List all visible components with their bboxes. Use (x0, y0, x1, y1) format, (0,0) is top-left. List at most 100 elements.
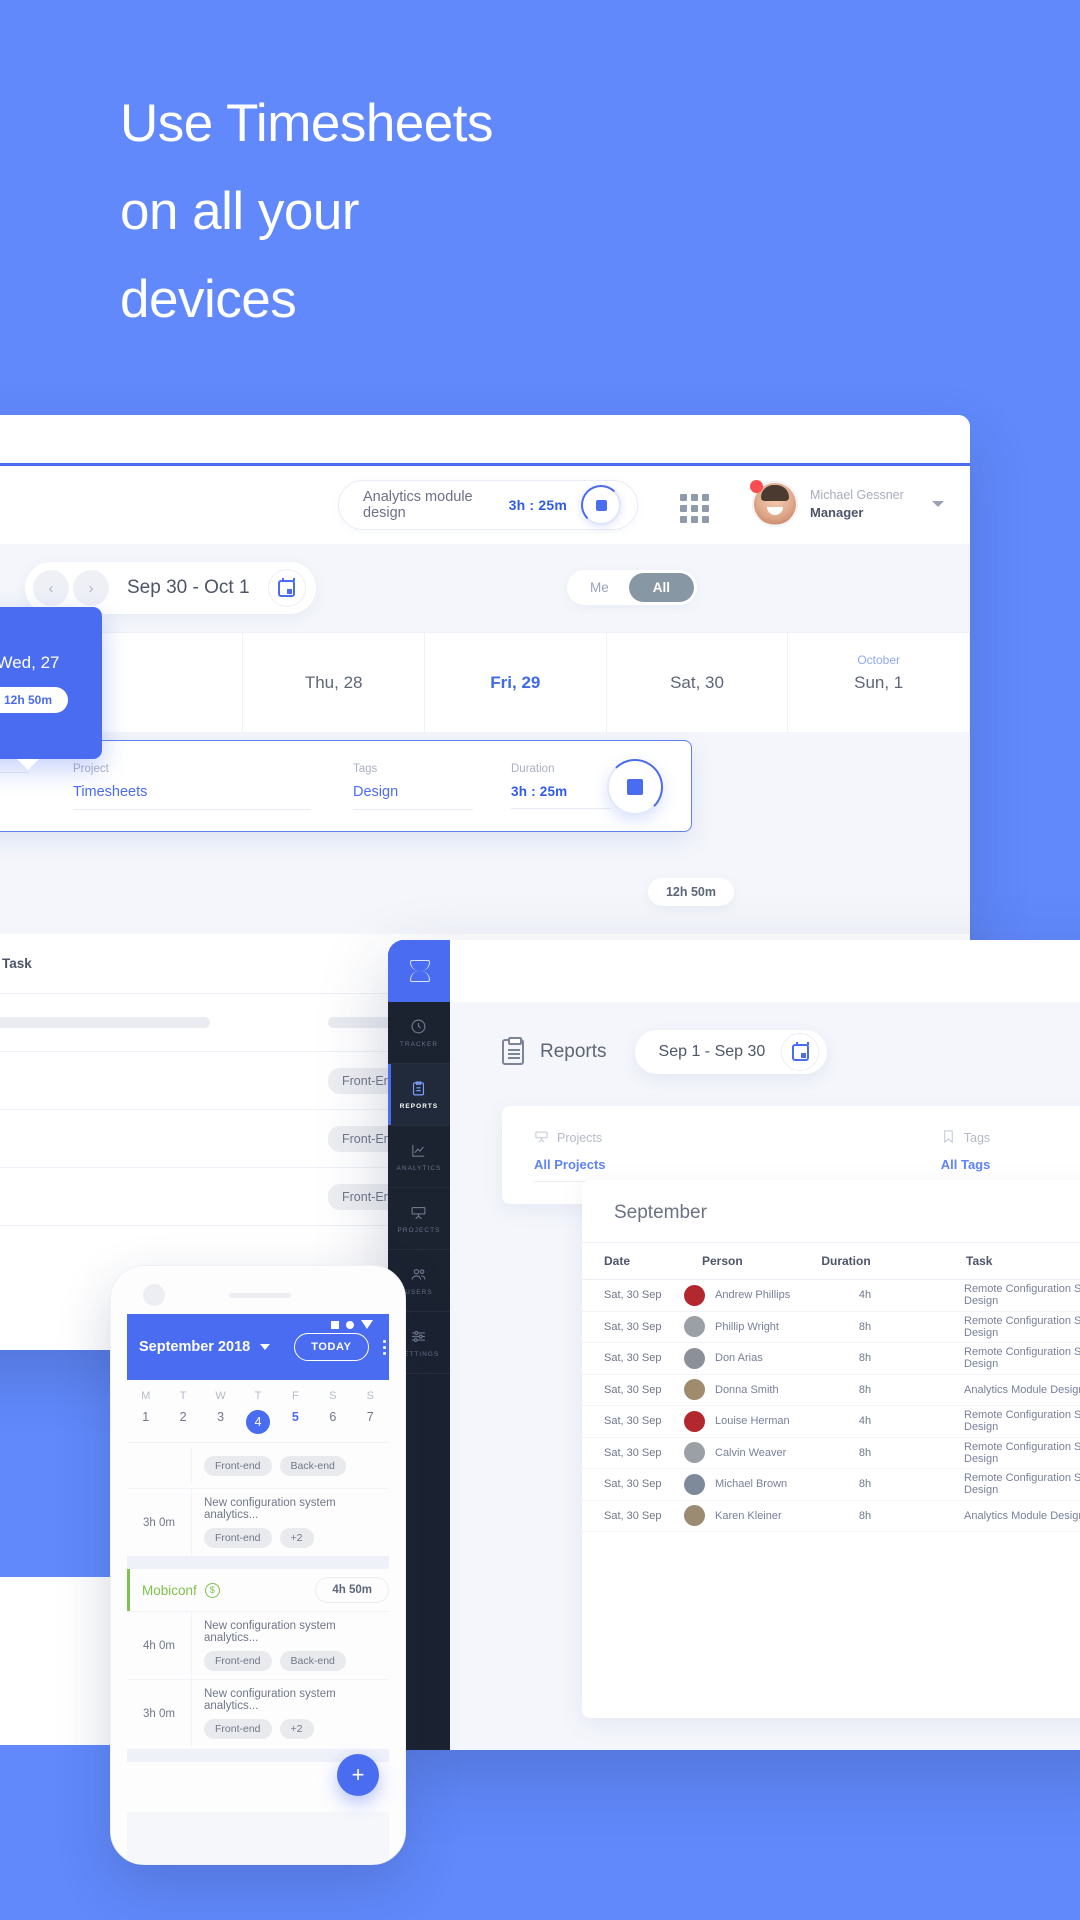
weekday-label: F (292, 1390, 299, 1402)
calendar-day-selected[interactable]: 4 (239, 1410, 276, 1434)
table-row[interactable]: Sat, 30 Sep Don Arias 8h Remote Configurati… (582, 1343, 1080, 1375)
week-day-cell[interactable]: Fri, 29 (425, 633, 607, 732)
column-header-task: Task (966, 1254, 993, 1268)
calendar-day[interactable]: 6 (314, 1410, 351, 1434)
table-row[interactable]: Sat, 30 Sep Andrew Phillips 4h Remote Confi… (582, 1280, 1080, 1312)
entry-field-tags[interactable]: Tags Design (353, 763, 473, 810)
table-row[interactable]: Sat, 30 Sep Donna Smith 8h Analytics Module… (582, 1375, 1080, 1406)
person-name: Don Arias (715, 1352, 763, 1365)
desktop-titlebar (0, 415, 970, 463)
timer-task-label[interactable]: Analytics module design (363, 489, 509, 521)
scope-option-me[interactable]: Me (570, 573, 629, 602)
week-day-cell[interactable]: October Sun, 1 (788, 633, 970, 732)
app-logo[interactable] (388, 940, 450, 1002)
chevron-left-icon[interactable]: ‹ (33, 570, 69, 606)
filter-projects[interactable]: Projects All Projects (534, 1129, 901, 1182)
list-item[interactable]: 3h 0m New configuration system analytics… (127, 1488, 389, 1556)
triangle-icon (361, 1320, 373, 1329)
table-row[interactable]: Sat, 30 Sep Karen Kleiner 8h Analytics Modu… (582, 1501, 1080, 1532)
calendar-day[interactable]: 7 (352, 1410, 389, 1434)
kebab-menu-icon[interactable] (382, 1339, 386, 1355)
cell-person: Karen Kleiner (664, 1505, 834, 1527)
sidebar-item-label: ANALYTICS (396, 1164, 442, 1172)
stop-icon[interactable] (581, 485, 621, 525)
sidebar-item-tracker[interactable]: TRACKER (388, 1002, 450, 1064)
scope-toggle[interactable]: Me All (567, 570, 698, 605)
scope-option-all[interactable]: All (628, 573, 695, 602)
reports-table-header: Date Person Duration Task (582, 1242, 1080, 1280)
sidebar-item-reports[interactable]: REPORTS (388, 1064, 450, 1126)
entry-field-project[interactable]: Project Timesheets (73, 763, 311, 810)
list-item[interactable]: Front-end Back-end (127, 1442, 389, 1488)
calendar-day[interactable]: 5 (277, 1410, 314, 1434)
stop-icon[interactable] (607, 759, 663, 815)
profile-name: Michael Gessner (810, 487, 904, 502)
entry-field-label: Tags (353, 763, 378, 775)
calendar-day[interactable]: 1 (127, 1410, 164, 1434)
reports-month-title: September (614, 1202, 707, 1223)
avatar (684, 1379, 705, 1401)
time-entry-card[interactable]: Project Timesheets Tags Design Duration … (0, 740, 692, 832)
timer-widget[interactable]: Analytics module design 3h : 25m (338, 480, 638, 530)
avatar (684, 1410, 705, 1432)
phone-month-label[interactable]: September 2018 (139, 1339, 250, 1355)
entry-title: New configuration system analytics... (204, 1620, 336, 1644)
table-row[interactable]: Sat, 30 Sep Calvin Weaver 8h Remote Configu… (582, 1438, 1080, 1469)
entry-field-duration[interactable]: Duration 3h : 25m (511, 763, 611, 809)
tag-badge: Front-end (204, 1719, 272, 1739)
project-group-header[interactable]: Mobiconf $ 4h 50m (127, 1569, 389, 1611)
weekday-label: T (254, 1390, 262, 1402)
chevron-right-icon[interactable]: › (73, 570, 109, 606)
reports-date-range-picker[interactable]: Sep 1 - Sep 30 (634, 1030, 828, 1074)
cell-task: Remote Configuration Service - Design (964, 1283, 1080, 1308)
plus-icon[interactable]: + (337, 1754, 379, 1796)
day-total-chip: 12h 50m (647, 878, 734, 906)
avatar (684, 1284, 705, 1306)
dollar-icon: $ (204, 1582, 220, 1598)
task-cell: on Service - (0, 1073, 300, 1088)
calendar-day[interactable]: 3 (202, 1410, 239, 1434)
sidebar-item-label: USERS (405, 1288, 433, 1296)
sidebar-item-label: PROJECTS (397, 1226, 441, 1234)
week-day-label: Thu, 28 (304, 672, 363, 692)
tag-icon (941, 1129, 956, 1147)
cell-duration: 8h (858, 1446, 872, 1459)
chevron-down-icon[interactable] (260, 1344, 271, 1350)
task-column-header: Task (2, 956, 32, 971)
chart-line-icon (410, 1142, 428, 1160)
today-button[interactable]: TODAY (294, 1333, 369, 1361)
calendar-icon[interactable] (781, 1033, 820, 1071)
cell-date: Sat, 30 Sep (604, 1478, 662, 1491)
sidebar-item-projects[interactable]: PROJECTS (388, 1188, 450, 1250)
user-profile[interactable]: Michael Gessner Manager (750, 480, 944, 527)
phone-bottom-area (127, 1812, 389, 1864)
entry-title: New configuration system analytics... (204, 1497, 336, 1521)
cell-task: Analytics Module Design (964, 1509, 1080, 1522)
cell-date: Sat, 30 Sep (604, 1320, 662, 1333)
list-item[interactable]: 3h 0m New configuration system analytics… (127, 1679, 389, 1747)
calendar-day[interactable]: 2 (164, 1410, 201, 1434)
week-day-label: Wed, 27 (0, 653, 60, 672)
sidebar-item-analytics[interactable]: ANALYTICS (388, 1126, 450, 1188)
table-row[interactable]: Sat, 30 Sep Michael Brown 8h Remote Configu… (582, 1469, 1080, 1501)
page-title: Reports (540, 1041, 607, 1062)
calendar-day-row: 1 2 3 4 5 6 7 (127, 1404, 389, 1442)
cell-person: Louise Herman (664, 1410, 834, 1432)
apps-grid-icon[interactable] (680, 494, 709, 523)
week-day-cell[interactable]: Sat, 30 (607, 633, 789, 732)
weekday-label: S (366, 1390, 374, 1402)
cell-person: Phillip Wright (664, 1316, 834, 1338)
list-item[interactable]: 4h 0m New configuration system analytics… (127, 1611, 389, 1679)
filter-tags[interactable]: Tags All Tags (940, 1129, 1051, 1182)
table-row[interactable]: Sat, 30 Sep Phillip Wright 8h Remote Config… (582, 1312, 1080, 1343)
cell-task: Remote Configuration Service - Design (964, 1409, 1080, 1434)
cell-person: Michael Brown (664, 1473, 834, 1495)
week-day-cell[interactable]: Thu, 28 (243, 633, 426, 732)
projector-icon (534, 1129, 549, 1147)
entry-title: New configuration system analytics... (204, 1688, 336, 1712)
table-row[interactable]: Sat, 30 Sep Louise Herman 4h Remote Configu… (582, 1406, 1080, 1438)
tag-badge: Back-end (279, 1651, 346, 1671)
week-day-cell-selected[interactable]: Wed, 27 12h 50m (0, 607, 102, 770)
chevron-down-icon[interactable] (931, 501, 944, 507)
calendar-icon[interactable] (267, 569, 306, 607)
